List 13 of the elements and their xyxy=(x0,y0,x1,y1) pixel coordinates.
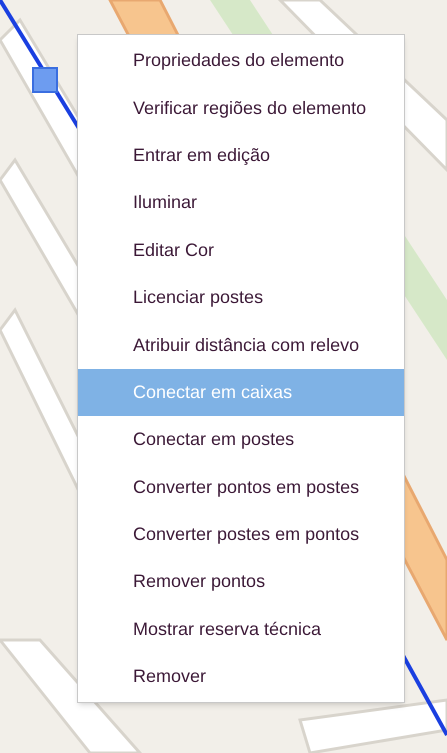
menu-item[interactable]: Mostrar reserva técnica xyxy=(78,606,404,654)
menu-item[interactable]: Iluminar xyxy=(78,179,404,227)
menu-item[interactable]: Propriedades do elemento xyxy=(78,37,404,84)
menu-item[interactable]: Converter pontos em postes xyxy=(78,464,404,511)
menu-item[interactable]: Converter postes em pontos xyxy=(78,510,404,558)
menu-item[interactable]: Verificar regiões do elemento xyxy=(78,84,404,132)
menu-item[interactable]: Entrar em edição xyxy=(78,132,404,180)
menu-item[interactable]: Atribuir distância com relevo xyxy=(78,321,404,369)
menu-item[interactable]: Conectar em postes xyxy=(78,416,404,464)
menu-item[interactable]: Editar Cor xyxy=(78,226,404,274)
menu-item[interactable]: Remover pontos xyxy=(78,558,404,606)
menu-item[interactable]: Licenciar postes xyxy=(78,274,404,322)
menu-item[interactable]: Remover xyxy=(78,653,404,700)
